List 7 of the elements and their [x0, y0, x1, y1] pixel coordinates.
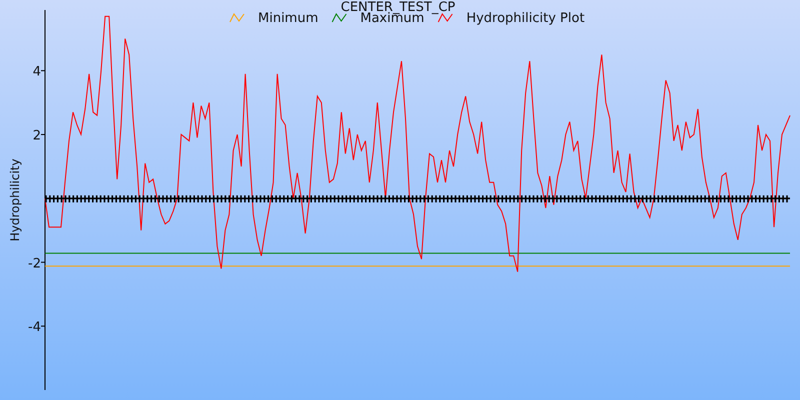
y-tick-label: -2 — [28, 256, 41, 272]
y-tick-label: 2 — [32, 128, 41, 144]
y-tick-label: -4 — [28, 320, 41, 336]
legend-label: Hydrophilicity Plot — [466, 11, 585, 26]
y-axis-label: Hydrophilicity — [8, 158, 22, 242]
y-tick-label: 4 — [32, 64, 41, 80]
legend-label: Minimum — [258, 11, 318, 26]
